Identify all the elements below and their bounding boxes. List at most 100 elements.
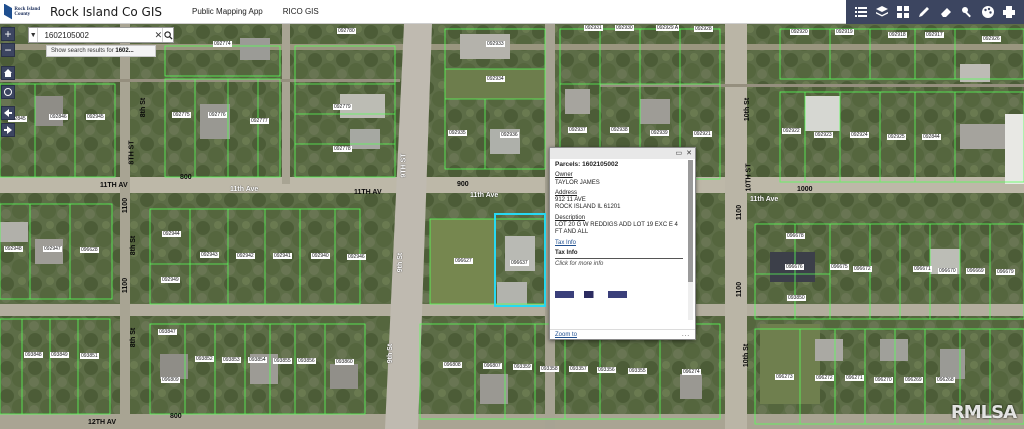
parcel-label: 092949 [161, 277, 180, 283]
street-label-11th-ave-2: 11th Ave [470, 192, 499, 199]
parcel-label: 092778 [333, 146, 352, 152]
owner-value: TAYLOR JAMES [555, 179, 600, 186]
parcel-label: 092943 [200, 252, 219, 258]
suggestion-query: 1602... [115, 48, 134, 54]
suggestion-prefix: Show search results for [51, 48, 114, 54]
parcel-label: 092920 [790, 29, 809, 35]
parcel-label: 092923 [814, 132, 833, 138]
maximize-icon[interactable]: ▭ [676, 150, 683, 157]
owner-label: Owner [555, 172, 573, 179]
back-button[interactable] [1, 106, 15, 120]
home-icon [4, 69, 12, 77]
parcel-label: 093356 [597, 367, 616, 373]
popup-scroll-thumb[interactable] [688, 160, 693, 282]
draw-pencil-icon[interactable] [916, 4, 932, 20]
clear-icon[interactable]: ✕ [154, 30, 163, 41]
street-label-8th-st-2: 8TH ST [128, 140, 136, 165]
map-toolbar [846, 0, 1024, 24]
layers-icon[interactable] [874, 4, 890, 20]
tax-info-link[interactable]: Tax Info [555, 240, 683, 247]
parcel-label: 092919 [835, 29, 854, 35]
tax-click-link[interactable]: Click for more info [555, 261, 683, 268]
popup-footer: Zoom to ... [550, 329, 695, 339]
parcel-label: 096675 [830, 264, 849, 270]
parcel-label: 092930 [615, 25, 634, 31]
parcel-label: 092945 [86, 114, 105, 120]
close-icon[interactable]: ✕ [686, 150, 692, 157]
popup-scrollbar[interactable] [688, 160, 693, 320]
description-value: LOT 20 G W REDDIGS ADD LOT 19 EXC E 4 FT… [555, 222, 678, 236]
street-label-11th-ave-3: 11th Ave [750, 196, 779, 203]
palette-icon[interactable] [980, 4, 996, 20]
nav-rico-gis[interactable]: RICO GIS [283, 7, 319, 16]
caret-down-icon[interactable]: ▼ [29, 28, 39, 42]
parcel-label: 092933 [486, 41, 505, 47]
parcel-label: 093357 [569, 366, 588, 372]
parcel-label: 096807 [483, 363, 502, 369]
parcel-label: 096672 [853, 266, 872, 272]
home-button[interactable] [1, 66, 15, 80]
parcel-label: 092942 [236, 253, 255, 259]
parcel-label: 092948 [4, 246, 23, 252]
street-number-1100-b: 1100 [122, 277, 130, 294]
county-logo-mark [4, 3, 13, 20]
print-icon[interactable] [1001, 4, 1017, 20]
parcel-label: 096627 [454, 258, 473, 264]
list-icon[interactable] [853, 4, 869, 20]
forward-button[interactable] [1, 123, 15, 137]
tools-icon[interactable] [959, 4, 975, 20]
parcel-label: 092934 [486, 76, 505, 82]
search-suggestion[interactable]: Show search results for 1602... [46, 45, 156, 57]
tax-banner-image[interactable] [555, 290, 651, 298]
county-logo[interactable]: Rock Island County [0, 0, 44, 24]
arrow-right-icon [4, 126, 12, 134]
map-view[interactable]: 092774 092780 092933 092934 092931 09293… [0, 24, 1024, 429]
parcel-label: 092925 [887, 134, 906, 140]
street-number-1100-c: 1100 [736, 204, 744, 221]
locate-button[interactable] [1, 85, 15, 99]
zoom-out-button[interactable]: − [1, 43, 15, 57]
parcel-label: 096669 [966, 268, 985, 274]
street-label-11th-ave: 11th Ave [230, 186, 259, 193]
eraser-icon[interactable] [938, 4, 954, 20]
parcel-label: 093853 [222, 357, 241, 363]
search-input[interactable] [38, 28, 155, 42]
more-actions-button[interactable]: ... [682, 332, 690, 338]
street-number-800: 800 [180, 174, 192, 181]
parcel-label: 092780 [337, 28, 356, 34]
parcel-label: 092924 [850, 132, 869, 138]
parcel-label: 096679 [996, 269, 1015, 275]
nav-public-mapping-app[interactable]: Public Mapping App [192, 7, 263, 16]
street-label-10th-st: 10th St [744, 97, 752, 122]
locate-icon [4, 88, 12, 96]
street-label-10th-st-2: 10TH ST [745, 163, 753, 192]
parcel-label: 092947 [43, 246, 62, 252]
parcel-label: 092931 [584, 25, 603, 31]
parcel-label: 092922 [782, 128, 801, 134]
parcel-label: 096269 [904, 377, 923, 383]
parcel-label: 092937 [568, 127, 587, 133]
tax-info-heading: Tax Info [555, 250, 683, 260]
parcel-label: 092939 [650, 130, 669, 136]
parcel-label: 093855 [273, 358, 292, 364]
parcel-label: 092929 A [656, 25, 680, 31]
search-button[interactable] [162, 28, 173, 42]
zoom-to-link[interactable]: Zoom to [555, 332, 577, 338]
parcel-label: 093359 [513, 364, 532, 370]
popup-header: ▭ ✕ [550, 148, 695, 159]
description-label: Description [555, 214, 586, 221]
zoom-in-button[interactable]: + [1, 27, 15, 41]
parcel-label: 093854 [248, 357, 267, 363]
parcel-label: 092921 [693, 131, 712, 137]
parcel-label: 092918 [888, 32, 907, 38]
address-line-1: 912 11 AVE [555, 197, 586, 204]
parcel-label: 092940 [311, 253, 330, 259]
parcel-label: 096274 [682, 369, 701, 375]
parcel-label: 093856 [297, 358, 316, 364]
watermark-logo: RMLSA [950, 402, 1017, 423]
street-label-10th-st-3: 10th St [743, 343, 751, 368]
basemap-grid-icon[interactable] [895, 4, 911, 20]
parcel-label: 096271 [845, 375, 864, 381]
parcel-popup: ▭ ✕ Parcels: 1602105002 Owner TAYLOR JAM… [549, 147, 696, 340]
parcel-label: 093849 [50, 352, 69, 358]
